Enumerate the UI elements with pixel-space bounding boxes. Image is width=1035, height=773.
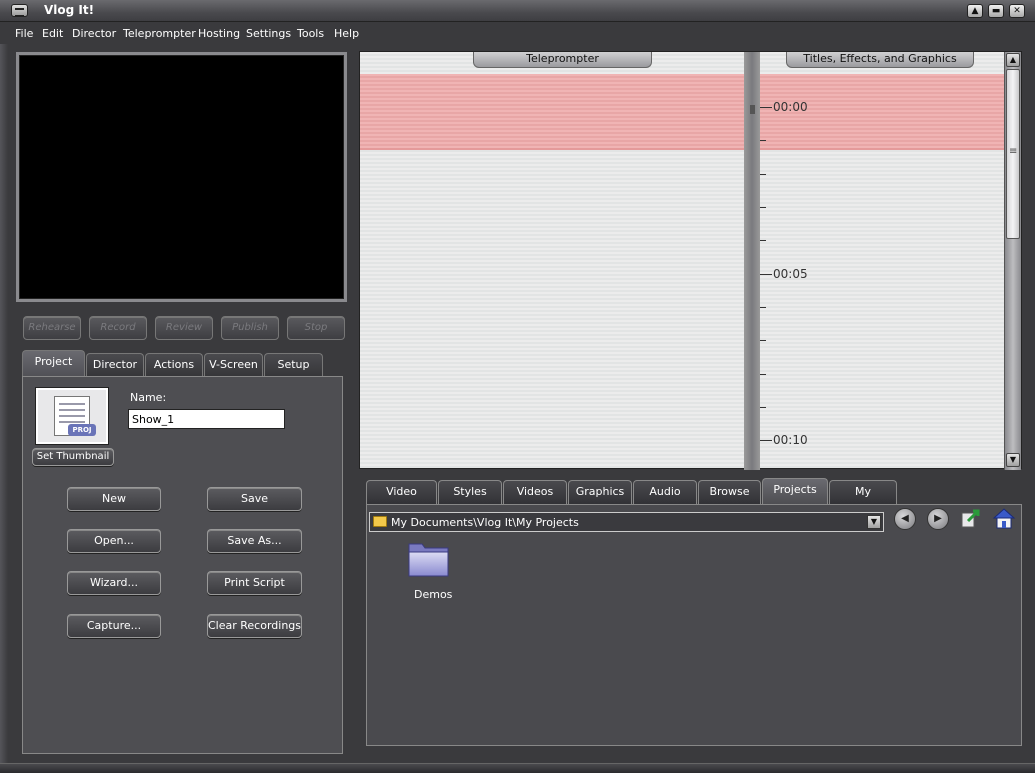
tab-videos[interactable]: Videos (503, 480, 567, 504)
print-script-button[interactable]: Print Script (207, 571, 302, 595)
refresh-icon[interactable] (960, 507, 982, 529)
new-button[interactable]: New (67, 487, 161, 511)
menu-settings[interactable]: Settings (246, 27, 291, 40)
tab-styles[interactable]: Styles (438, 480, 502, 504)
save-as-button[interactable]: Save As... (207, 529, 302, 553)
timeline-tick (760, 274, 772, 275)
tab-video-effects[interactable]: Video Effects (366, 480, 437, 520)
proj-badge: PROJ (68, 424, 96, 436)
menu-tools[interactable]: Tools (297, 27, 324, 40)
library-panel (366, 504, 1022, 746)
time-label-10: 00:10 (773, 433, 808, 447)
title-bar: Vlog It! ▲ ▬ ✕ (0, 0, 1035, 22)
timeline-splitter[interactable] (744, 52, 760, 470)
timeline-tick (760, 174, 766, 175)
window-frame-left (0, 44, 8, 764)
window-title: Vlog It! (44, 3, 95, 17)
record-button[interactable]: Record (89, 316, 147, 340)
system-menu-icon[interactable] (11, 4, 28, 17)
teleprompter-header: Teleprompter (473, 52, 652, 68)
timeline-tick (760, 340, 766, 341)
menu-edit[interactable]: Edit (42, 27, 63, 40)
clear-recordings-button[interactable]: Clear Recordings (207, 614, 302, 638)
menu-help[interactable]: Help (334, 27, 359, 40)
restore-up-icon[interactable]: ▲ (967, 4, 983, 18)
timeline[interactable]: Teleprompter Titles, Effects, and Graphi… (359, 51, 1022, 470)
tab-project[interactable]: Project (22, 350, 85, 377)
home-icon[interactable] (992, 507, 1016, 529)
demos-folder-label[interactable]: Demos (414, 588, 452, 601)
tab-setup[interactable]: Setup (264, 353, 323, 377)
menu-director[interactable]: Director (72, 27, 116, 40)
folder-small-icon (373, 516, 387, 527)
project-thumbnail: PROJ (36, 388, 108, 444)
tab-graphics[interactable]: Graphics (568, 480, 632, 504)
tab-browse[interactable]: Browse (698, 480, 761, 504)
close-icon[interactable]: ✕ (1009, 4, 1025, 18)
scroll-up-icon[interactable]: ▲ (1006, 53, 1020, 67)
stop-button[interactable]: Stop (287, 316, 345, 340)
timeline-scrollbar[interactable]: ▲ ▼ (1004, 52, 1021, 470)
back-arrow-icon[interactable]: ◀ (894, 508, 916, 530)
timeline-tick (760, 440, 772, 441)
menu-teleprompter[interactable]: Teleprompter (123, 27, 196, 40)
timeline-tick (760, 374, 766, 375)
timeline-tick (760, 107, 772, 108)
minimize-icon[interactable]: ▬ (988, 4, 1004, 18)
playhead-marker[interactable] (750, 105, 755, 114)
timeline-tick (760, 140, 766, 141)
set-thumbnail-button[interactable]: Set Thumbnail (32, 448, 114, 466)
timeline-tick (760, 240, 766, 241)
save-button[interactable]: Save (207, 487, 302, 511)
project-name-input[interactable] (128, 409, 285, 429)
window-frame-bottom (0, 763, 1035, 773)
path-dropdown[interactable]: My Documents\Vlog It\My Projects ▼ (369, 512, 884, 532)
menu-file[interactable]: File (15, 27, 33, 40)
scroll-down-icon[interactable]: ▼ (1006, 453, 1020, 467)
capture-button[interactable]: Capture... (67, 614, 161, 638)
titles-effects-graphics-header: Titles, Effects, and Graphics (786, 52, 974, 68)
tab-my-favorites[interactable]: My Favorites (829, 480, 897, 520)
review-button[interactable]: Review (155, 316, 213, 340)
forward-arrow-icon[interactable]: ▶ (927, 508, 949, 530)
demos-folder-icon[interactable] (406, 536, 452, 582)
timeline-tick (760, 407, 766, 408)
chevron-down-icon[interactable]: ▼ (867, 515, 881, 529)
menu-hosting[interactable]: Hosting (198, 27, 240, 40)
publish-button[interactable]: Publish (221, 316, 279, 340)
timeline-tick (760, 207, 766, 208)
menu-bar: File Edit Director Teleprompter Hosting … (0, 22, 1035, 44)
timeline-tick (760, 307, 766, 308)
tab-audio[interactable]: Audio (633, 480, 697, 504)
tab-v-screen[interactable]: V-Screen (204, 353, 263, 377)
tab-director[interactable]: Director (86, 353, 144, 377)
wizard-button[interactable]: Wizard... (67, 571, 161, 595)
timeline-selection-highlight (360, 74, 1005, 150)
open-button[interactable]: Open... (67, 529, 161, 553)
rehearse-button[interactable]: Rehearse (23, 316, 81, 340)
time-label-0: 00:00 (773, 100, 808, 114)
tab-actions[interactable]: Actions (145, 353, 203, 377)
video-preview (16, 52, 347, 302)
name-label: Name: (130, 391, 167, 404)
time-label-5: 00:05 (773, 267, 808, 281)
path-text: My Documents\Vlog It\My Projects (391, 516, 579, 529)
scrollbar-thumb[interactable] (1006, 69, 1020, 239)
tab-projects[interactable]: Projects (762, 478, 828, 504)
